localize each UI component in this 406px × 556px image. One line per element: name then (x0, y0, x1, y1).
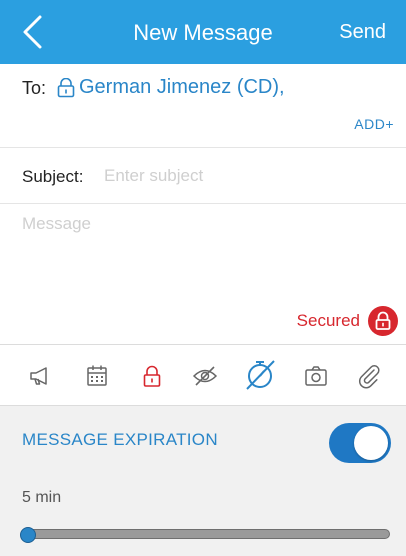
nav-bar: New Message Send (0, 0, 406, 64)
add-recipient-button[interactable]: ADD+ (354, 116, 394, 132)
secured-badge: Secured (297, 306, 398, 336)
recipient-chip[interactable]: German Jimenez (CD), (57, 76, 285, 99)
expiration-duration: 5 min (22, 489, 62, 506)
subject-input[interactable] (104, 162, 384, 190)
message-input[interactable] (22, 214, 388, 304)
toggle-knob (354, 426, 388, 460)
eye-off-icon[interactable] (191, 362, 219, 390)
compose-toolbar (0, 344, 406, 406)
lock-icon (375, 311, 391, 330)
megaphone-icon[interactable] (27, 362, 55, 390)
expiration-panel: MESSAGE EXPIRATION 5 min (0, 406, 406, 556)
recipient-name: German Jimenez (CD), (79, 76, 285, 98)
lock-icon (57, 77, 75, 97)
expiration-toggle[interactable] (329, 423, 391, 463)
subject-row: Subject: (0, 148, 406, 204)
lock-icon[interactable] (138, 362, 166, 390)
expiration-slider-thumb[interactable] (20, 527, 36, 543)
send-button[interactable]: Send (339, 21, 386, 44)
expiration-slider-track[interactable] (26, 529, 390, 539)
paperclip-icon[interactable] (355, 362, 383, 390)
secured-lock-badge (368, 306, 398, 336)
to-label: To: (22, 78, 47, 98)
no-timer-icon[interactable] (243, 358, 277, 392)
recipients-row: To: German Jimenez (CD), ADD+ (0, 64, 406, 148)
calendar-icon[interactable] (83, 362, 111, 390)
camera-icon[interactable] (302, 362, 330, 390)
secured-label: Secured (296, 311, 360, 330)
expiration-label: MESSAGE EXPIRATION (22, 430, 218, 449)
subject-label: Subject: (22, 167, 84, 186)
